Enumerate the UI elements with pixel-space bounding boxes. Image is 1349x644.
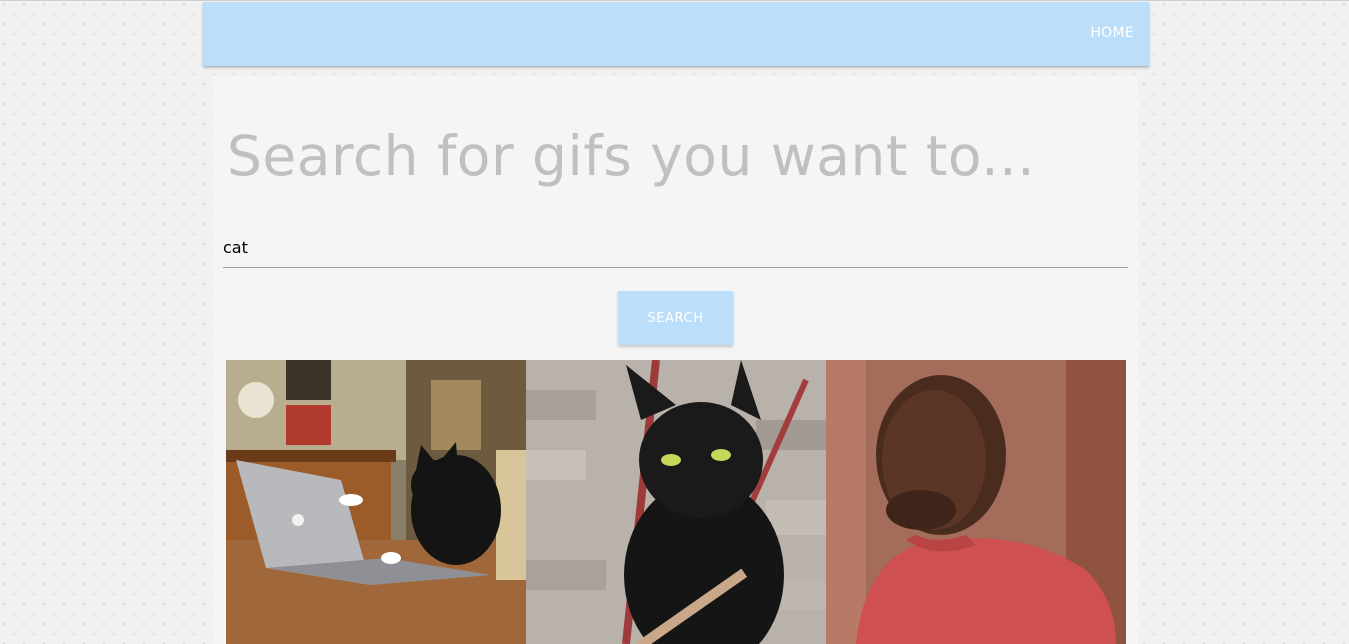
top-border bbox=[0, 0, 1349, 1]
search-panel: Search for gifs you want to... SEARCH bbox=[213, 76, 1138, 644]
gif-results-grid bbox=[226, 360, 1126, 644]
search-input[interactable] bbox=[223, 228, 1128, 268]
navbar: HOME bbox=[203, 2, 1149, 66]
gif-result-item[interactable] bbox=[826, 360, 1126, 644]
nav-home-link[interactable]: HOME bbox=[1090, 25, 1134, 41]
gif-result-item[interactable] bbox=[226, 360, 526, 644]
cat-laptop-image bbox=[226, 360, 526, 644]
page-title: Search for gifs you want to... bbox=[227, 124, 1036, 188]
man-red-shirt-image bbox=[826, 360, 1126, 644]
search-button[interactable]: SEARCH bbox=[618, 291, 733, 345]
gif-result-item[interactable] bbox=[526, 360, 826, 644]
cat-nail-file-image bbox=[526, 360, 826, 644]
